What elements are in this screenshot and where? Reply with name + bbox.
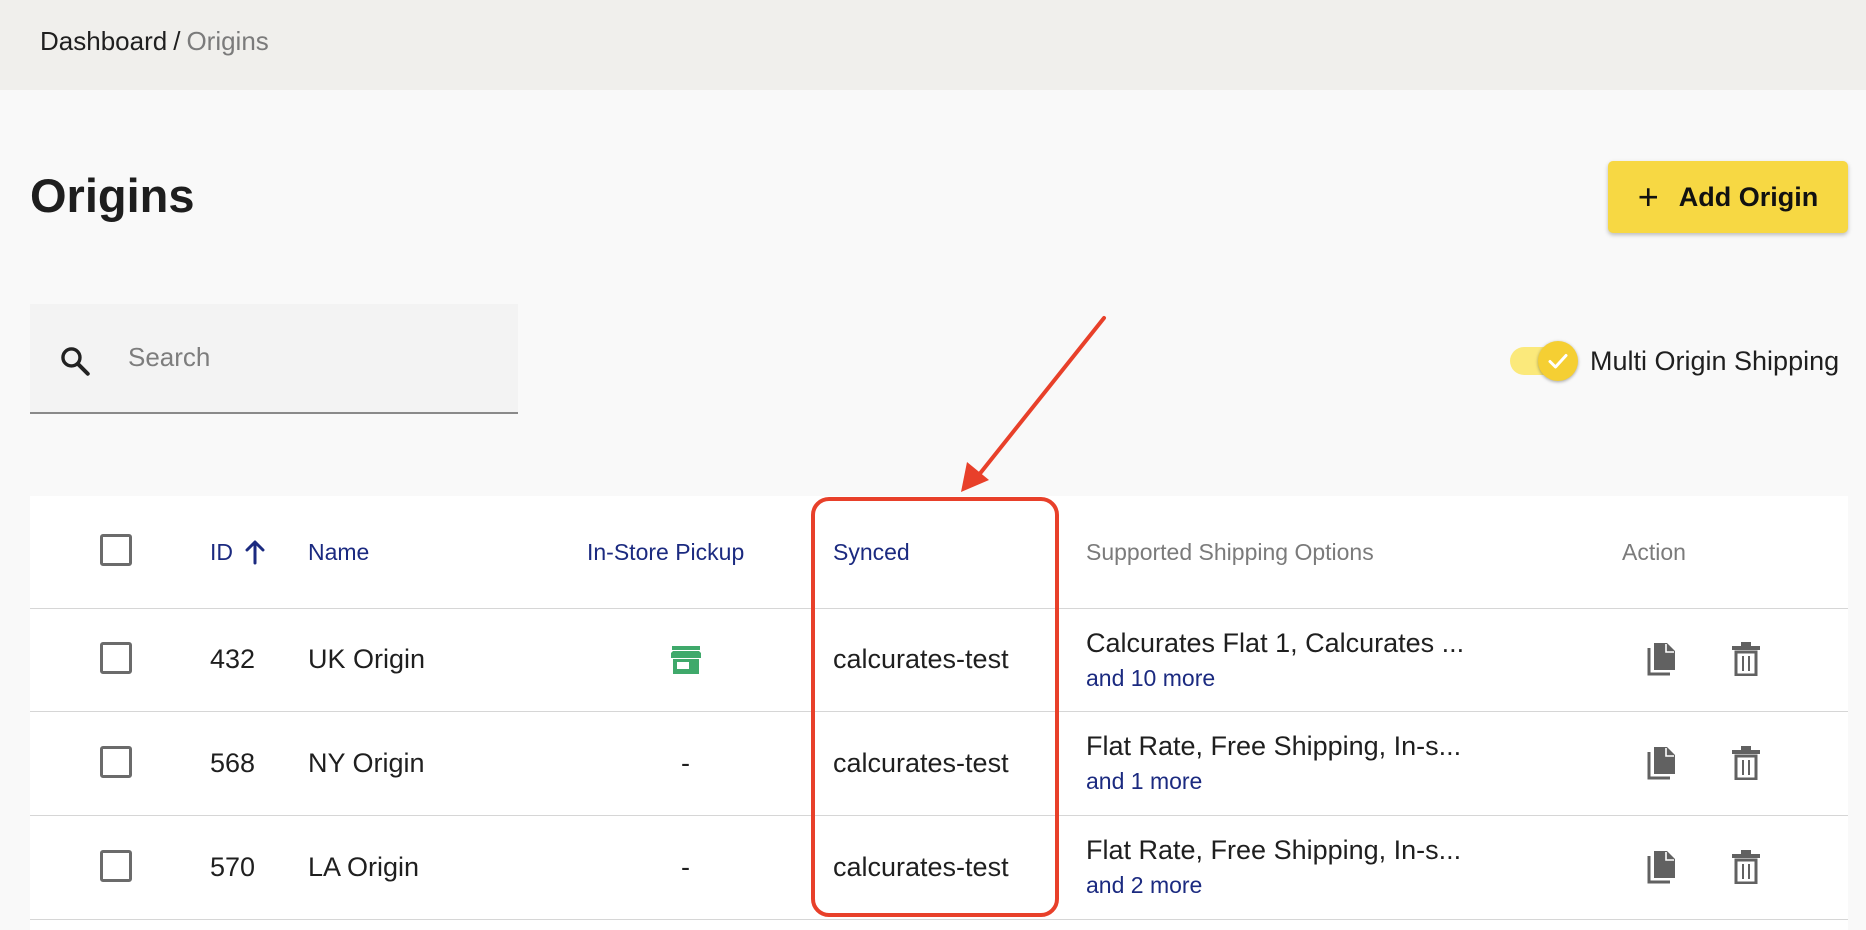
toggle-switch[interactable] [1508,338,1580,384]
add-origin-label: Add Origin [1678,181,1819,212]
row-name: UK Origin [308,644,426,674]
shipping-options-text: Calcurates Flat 1, Calcurates ... [1086,627,1465,658]
breadcrumb-dashboard-link[interactable]: Dashboard [40,26,167,56]
row-id: 568 [210,747,256,778]
row-shipping-options: Flat Rate, Free Shipping, In-s... and 1 … [1086,711,1461,815]
row-synced: calcurates-test [833,747,1009,778]
column-header-id[interactable]: ID [210,496,267,608]
column-header-in-store-pickup[interactable]: In-Store Pickup [587,496,744,608]
copy-icon [1647,747,1675,780]
row-pickup: - [681,747,690,778]
breadcrumb: Dashboard / Origins [40,24,269,58]
column-header-shipping-options: Supported Shipping Options [1086,538,1374,565]
select-all-checkbox[interactable] [100,534,132,566]
top-bar: Dashboard / Origins [0,0,1866,90]
row-shipping-options: Flat Rate, Free Shipping, In-s... and 2 … [1086,815,1461,919]
copy-icon [1647,643,1675,676]
page-title: Origins [30,169,195,222]
toggle-knob [1538,341,1578,381]
multi-origin-shipping-toggle[interactable]: Multi Origin Shipping [1508,338,1839,384]
breadcrumb-separator: / [173,26,181,56]
toggle-label: Multi Origin Shipping [1590,345,1840,376]
check-icon [1548,354,1568,369]
search-field[interactable] [30,304,518,414]
column-header-synced[interactable]: Synced [833,496,910,608]
row-pickup [670,608,702,711]
search-input[interactable] [126,334,490,380]
add-origin-button[interactable]: + Add Origin [1608,161,1848,233]
trash-icon [1732,850,1760,884]
shipping-options-text: Flat Rate, Free Shipping, In-s... [1086,731,1462,761]
table-row[interactable]: 568 NY Origin - calcurates-test Flat Rat… [30,711,1848,816]
shipping-options-more-link[interactable]: and 2 more [1086,872,1202,899]
table-header-row: ID Name In-Store Pickup Synced Supported… [30,496,1848,609]
table-row[interactable]: 432 UK Origin calcurates-test Calcurates… [30,608,1848,712]
column-header-id-label: ID [210,538,233,565]
table-row[interactable]: 570 LA Origin - calcurates-test Flat Rat… [30,815,1848,920]
delete-button[interactable] [1726,743,1766,783]
row-checkbox[interactable] [100,746,132,778]
sort-ascending-icon [245,540,265,565]
trash-icon [1732,746,1760,780]
shipping-options-more-link[interactable]: and 1 more [1086,768,1202,795]
row-checkbox[interactable] [100,850,132,882]
breadcrumb-current: Origins [186,26,269,56]
copy-button[interactable] [1642,847,1682,887]
row-synced: calcurates-test [833,644,1009,674]
plus-icon: + [1637,176,1659,217]
shipping-options-text: Flat Rate, Free Shipping, In-s... [1086,835,1462,865]
row-checkbox[interactable] [100,642,132,674]
column-header-action: Action [1622,538,1686,565]
store-icon [671,645,701,674]
copy-button[interactable] [1642,639,1682,679]
origins-table: ID Name In-Store Pickup Synced Supported… [30,496,1848,930]
row-id: 432 [210,644,256,674]
shipping-options-more-link[interactable]: and 10 more [1086,665,1215,692]
row-name: LA Origin [308,851,420,882]
copy-icon [1647,851,1675,884]
row-id: 570 [210,851,256,882]
delete-button[interactable] [1726,847,1766,887]
search-icon [61,347,90,376]
trash-icon [1732,642,1760,676]
copy-button[interactable] [1642,743,1682,783]
row-name: NY Origin [308,747,425,778]
column-header-name[interactable]: Name [308,496,369,608]
delete-button[interactable] [1726,639,1766,679]
row-shipping-options: Calcurates Flat 1, Calcurates ... and 10… [1086,608,1464,711]
row-synced: calcurates-test [833,851,1009,882]
row-pickup: - [681,851,690,882]
